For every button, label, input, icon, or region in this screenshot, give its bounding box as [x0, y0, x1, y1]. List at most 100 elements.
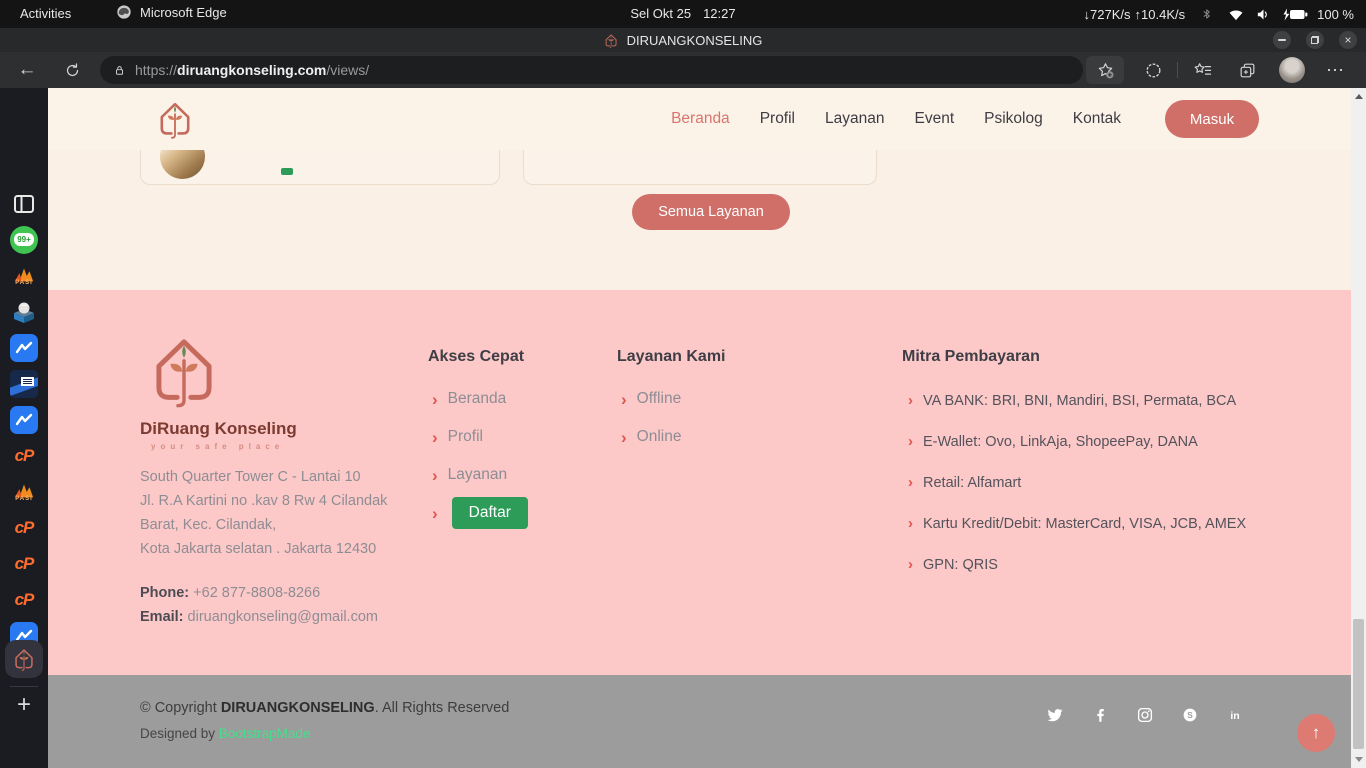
dock-item-cpanel-3[interactable]: cP	[8, 548, 40, 580]
address-bar[interactable]: https://diruangkonseling.com/views/	[100, 56, 1083, 84]
footer-link-beranda[interactable]: Beranda	[448, 390, 507, 408]
scrollbar-thumb[interactable]	[1353, 619, 1364, 749]
pasi-flame-icon: PASI	[13, 482, 35, 502]
active-tab[interactable]: DIRUANGKONSELING	[604, 28, 763, 52]
browser-scrollbar[interactable]	[1351, 88, 1366, 768]
footer-contact: Phone: +62 877-8808-8266 Email: diruangk…	[140, 581, 440, 629]
twitter-link[interactable]	[1046, 706, 1064, 724]
nav-link-kontak[interactable]: Kontak	[1073, 110, 1121, 128]
web-page: Semua Layanan Beranda Profil Layanan Eve…	[48, 88, 1351, 768]
instagram-link[interactable]	[1136, 706, 1154, 724]
dock-item-wave-app-1[interactable]	[8, 332, 40, 364]
refresh-button[interactable]	[58, 52, 86, 88]
facebook-icon	[1091, 706, 1109, 724]
scroll-to-top-button[interactable]: ↑	[1297, 714, 1335, 752]
pasi-flame-icon: PASI	[13, 266, 35, 286]
payment-item-retail: Retail: Alfamart	[923, 475, 1021, 491]
register-button[interactable]: Daftar	[452, 497, 528, 529]
skype-link[interactable]: S	[1181, 706, 1199, 724]
linkedin-link[interactable]: in	[1226, 706, 1244, 724]
battery-percent: 100 %	[1317, 7, 1354, 22]
add-favorite-button[interactable]	[1086, 56, 1124, 84]
svg-text:in: in	[1230, 710, 1239, 722]
dock-item-files[interactable]	[8, 188, 40, 220]
scrollbar-up-arrow[interactable]	[1355, 94, 1363, 99]
social-links: S in	[1046, 706, 1244, 724]
refresh-icon	[64, 62, 81, 79]
payment-partners-title: Mitra Pembayaran	[902, 348, 1302, 366]
tab-title: DIRUANGKONSELING	[627, 33, 763, 48]
wave-app-icon	[10, 406, 38, 434]
minimize-button[interactable]	[1273, 31, 1291, 49]
nav-link-event[interactable]: Event	[915, 110, 955, 128]
collections-button[interactable]	[1232, 52, 1262, 88]
url-host: diruangkonseling.com	[177, 62, 326, 78]
nav-link-psikolog[interactable]: Psikolog	[984, 110, 1043, 128]
footer-link-offline[interactable]: Offline	[637, 390, 682, 408]
badge-app-icon	[10, 370, 38, 398]
dock-item-diruangkonseling-active[interactable]	[5, 640, 43, 678]
payment-item-row: ›VA BANK: BRI, BNI, Mandiri, BSI, Permat…	[902, 380, 1302, 421]
payment-item-credit-card: Kartu Kredit/Debit: MasterCard, VISA, JC…	[923, 516, 1246, 532]
dock-item-cpanel-1[interactable]: cP	[8, 440, 40, 472]
dock-item-cpanel-2[interactable]: cP	[8, 512, 40, 544]
footer-link-profil[interactable]: Profil	[448, 428, 483, 446]
chevron-right-icon: ›	[621, 391, 627, 408]
profile-avatar[interactable]	[1279, 57, 1305, 83]
restore-icon	[1311, 36, 1319, 44]
nav-link-layanan[interactable]: Layanan	[825, 110, 884, 128]
net-down: ↓727K/s	[1084, 7, 1131, 22]
network-speed: ↓727K/s ↑10.4K/s	[1084, 7, 1186, 22]
twitter-icon	[1046, 706, 1064, 724]
restore-button[interactable]	[1306, 31, 1324, 49]
designer-link[interactable]: BootstrapMade	[219, 726, 311, 741]
chevron-right-icon: ›	[432, 467, 438, 484]
cpanel-icon: cP	[15, 590, 34, 610]
footer-link-layanan[interactable]: Layanan	[448, 466, 507, 484]
ubuntu-top-bar: Activities Microsoft Edge Sel Okt 25 12:…	[0, 0, 1366, 28]
login-button[interactable]: Masuk	[1165, 100, 1259, 138]
instagram-icon	[1136, 706, 1154, 724]
favorites-bar-button[interactable]	[1188, 52, 1218, 88]
url-text: https://diruangkonseling.com/views/	[135, 62, 369, 78]
dock-divider	[10, 686, 38, 687]
arrow-up-icon: ↑	[1312, 723, 1321, 743]
clock[interactable]: Sel Okt 25 12:27	[630, 6, 735, 21]
dock-item-pasi-2[interactable]: PASI	[8, 476, 40, 508]
chevron-right-icon: ›	[908, 393, 913, 408]
focused-app-indicator[interactable]: Microsoft Edge	[116, 4, 227, 20]
dock-item-badge-app[interactable]	[8, 368, 40, 400]
dock-item-wave-app-2[interactable]	[8, 404, 40, 436]
browser-essentials-button[interactable]	[1138, 52, 1168, 88]
system-status-area[interactable]: ↓727K/s ↑10.4K/s 100 %	[1084, 0, 1354, 28]
dock-item-cpanel-4[interactable]: cP	[8, 584, 40, 616]
clock-time: 12:27	[703, 6, 736, 21]
designed-by-text: Designed by BootstrapMade	[140, 726, 310, 741]
footer-brand-tagline: your safe place	[151, 442, 440, 451]
facebook-link[interactable]	[1091, 706, 1109, 724]
all-services-button[interactable]: Semua Layanan	[632, 194, 790, 230]
dock-item-box-app[interactable]	[8, 296, 40, 328]
settings-menu-button[interactable]: ⋯	[1320, 52, 1350, 88]
our-services-title: Layanan Kami	[617, 348, 725, 366]
dock-item-whatsapp[interactable]: 99+	[8, 224, 40, 256]
footer-brand-name: DiRuang Konseling	[140, 419, 440, 439]
back-button[interactable]: ←	[14, 52, 40, 88]
nav-link-profil[interactable]: Profil	[760, 110, 795, 128]
dock-add-button[interactable]: +	[8, 690, 40, 720]
footer-payment-column: Mitra Pembayaran ›VA BANK: BRI, BNI, Man…	[902, 348, 1302, 585]
footer-services-column: Layanan Kami ›Offline ›Online	[617, 348, 725, 456]
plus-icon: +	[17, 691, 31, 719]
activities-button[interactable]: Activities	[20, 6, 71, 21]
close-button[interactable]: ×	[1339, 31, 1357, 49]
cpanel-icon: cP	[15, 446, 34, 466]
scrollbar-down-arrow[interactable]	[1355, 757, 1363, 762]
edge-toolbar: ← https://diruangkonseling.com/views/	[0, 52, 1366, 88]
toolbar-divider	[1177, 62, 1178, 78]
site-logo-icon[interactable]	[155, 99, 195, 139]
chevron-right-icon: ›	[432, 505, 438, 522]
footer-quick-links-column: Akses Cepat ›Beranda ›Profil ›Layanan ›D…	[428, 348, 528, 532]
dock-item-pasi[interactable]: PASI	[8, 260, 40, 292]
footer-link-online[interactable]: Online	[637, 428, 682, 446]
nav-link-beranda[interactable]: Beranda	[671, 110, 730, 128]
